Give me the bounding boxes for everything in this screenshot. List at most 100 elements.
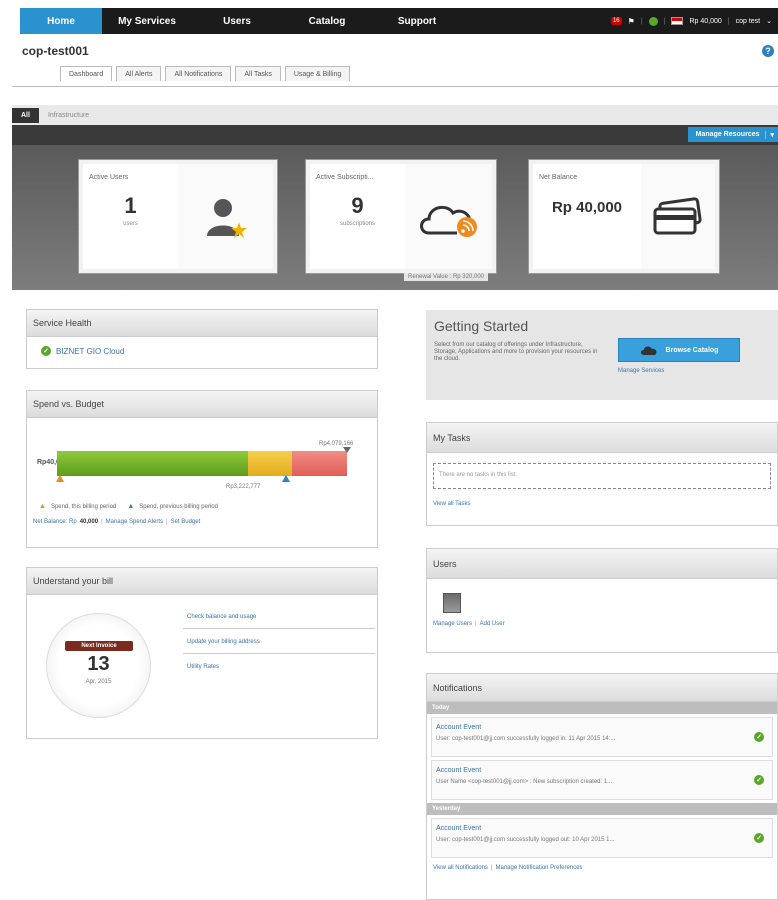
- notification-title: Account Event: [436, 724, 482, 731]
- separator: |: [490, 865, 493, 871]
- tab-all-notifications[interactable]: All Notifications: [165, 66, 232, 81]
- credit-card-icon: [641, 164, 715, 269]
- my-tasks-panel: My Tasks There are no tasks in this list…: [426, 422, 778, 526]
- notification-text: User: cop-test001@jj.com successfully lo…: [436, 837, 615, 843]
- previous-spend-label: Rp3,222,777: [226, 484, 261, 490]
- resources-toolbar: Manage Resources ▾: [12, 125, 778, 145]
- update-billing-address-link[interactable]: Update your billing address: [183, 629, 375, 654]
- user-menu[interactable]: cop test: [736, 18, 761, 25]
- check-icon: ✓: [754, 775, 764, 785]
- nav-home[interactable]: Home: [20, 8, 102, 34]
- current-spend-marker: [55, 475, 64, 482]
- users-panel: Users Manage Users | Add User: [426, 548, 778, 653]
- notification-item[interactable]: Account Event User Name <cop-test001@jj.…: [431, 760, 773, 800]
- chevron-down-icon[interactable]: ▾: [765, 130, 774, 139]
- filter-all[interactable]: All: [12, 107, 39, 123]
- utility-rates-link[interactable]: Utility Rates: [183, 654, 375, 680]
- check-balance-link[interactable]: Check balance and usage: [183, 610, 375, 629]
- panel-title: Service Health: [27, 310, 377, 337]
- notification-text: User Name <cop-test001@jj.com> : New sub…: [436, 779, 613, 785]
- legend-current: Spend, this billing period: [50, 503, 117, 510]
- notification-item[interactable]: Account Event User: cop-test001@jj.com s…: [431, 818, 773, 858]
- avatar[interactable]: [443, 593, 461, 613]
- card-value: Rp 40,000: [551, 199, 623, 216]
- filter-infrastructure[interactable]: Infrastructure: [39, 108, 98, 123]
- net-balance-value: 40,000: [79, 519, 99, 525]
- bill-panel: Understand your bill Next Invoice 13 Apr…: [26, 567, 378, 739]
- tab-all-tasks[interactable]: All Tasks: [235, 66, 281, 81]
- service-link[interactable]: BIZNET GIO Cloud: [56, 347, 124, 356]
- spend-footer: Net Balance: Rp 40,000 | Manage Spend Al…: [27, 510, 377, 525]
- spend-budget-panel: Spend vs. Budget Rp4,079,166 Rp40,000 Rp…: [26, 390, 378, 548]
- view-all-notifications-link[interactable]: View all Notifications: [433, 865, 488, 871]
- nav-support[interactable]: Support: [372, 8, 462, 34]
- status-ok-icon[interactable]: [648, 16, 658, 26]
- manage-notification-preferences-link[interactable]: Manage Notification Preferences: [495, 865, 582, 871]
- active-users-card[interactable]: Active Users 1 users: [78, 159, 278, 274]
- spend-legend: ▲ Spend, this billing period ▲ Spend, pr…: [27, 503, 377, 510]
- budget-zone-yellow: [248, 451, 292, 476]
- balance-indicator[interactable]: Rp 40,000: [689, 18, 721, 25]
- manage-services-link[interactable]: Manage Services: [618, 368, 664, 374]
- card-text: Net Balance Rp 40,000: [533, 164, 641, 269]
- notification-item[interactable]: Account Event User: cop-test001@jj.com s…: [431, 717, 773, 757]
- manage-users-link[interactable]: Manage Users: [433, 621, 472, 627]
- net-balance-prefix: Net Balance: Rp: [33, 519, 77, 525]
- budget-zone-green: [57, 451, 249, 476]
- filter-bar: All Infrastructure: [12, 105, 778, 125]
- card-title: Net Balance: [539, 174, 578, 181]
- notification-title: Account Event: [436, 825, 482, 832]
- card-title: Active Subscripti...: [316, 174, 374, 181]
- cloud-rss-icon: [405, 164, 492, 269]
- legend-previous: Spend, previous billing period: [139, 503, 218, 510]
- user-star-icon: [178, 164, 273, 269]
- dashboard-tabs: Dashboard All Alerts All Notifications A…: [60, 66, 351, 81]
- browse-catalog-button[interactable]: Browse Catalog: [618, 338, 740, 362]
- invoice-month: Apr, 2015: [85, 679, 112, 685]
- chevron-down-icon[interactable]: ⌄: [766, 17, 772, 25]
- getting-started-panel: Getting Started Select from our catalog …: [426, 310, 778, 400]
- card-title: Active Users: [89, 174, 129, 181]
- triangle-orange-icon: ▲: [39, 503, 46, 510]
- alerts-badge[interactable]: 16: [610, 17, 622, 25]
- nav-users[interactable]: Users: [192, 8, 282, 34]
- separator: |: [640, 17, 643, 25]
- add-user-link[interactable]: Add User: [480, 621, 505, 627]
- manage-spend-alerts-link[interactable]: Manage Spend Alerts: [106, 519, 163, 525]
- notification-text: User: cop-test001@jj.com successfully lo…: [436, 736, 616, 742]
- card-text: Active Subscripti... 9 subscriptions: [310, 164, 405, 269]
- tab-usage-billing[interactable]: Usage & Billing: [284, 66, 351, 81]
- help-icon[interactable]: ?: [762, 45, 774, 57]
- active-subscriptions-card[interactable]: Active Subscripti... 9 subscriptions Ren…: [305, 159, 497, 281]
- check-icon: ✓: [754, 833, 764, 843]
- check-icon: ✓: [754, 732, 764, 742]
- notification-title: Account Event: [436, 767, 482, 774]
- invoice-day: 13: [87, 653, 110, 675]
- net-balance-card[interactable]: Net Balance Rp 40,000: [528, 159, 720, 274]
- header-divider: [12, 86, 778, 87]
- tab-dashboard[interactable]: Dashboard: [60, 66, 113, 81]
- budget-zone-red: [291, 451, 347, 476]
- bell-icon[interactable]: ⚑: [628, 17, 635, 26]
- check-icon: ✓: [41, 346, 51, 356]
- nav-my-services[interactable]: My Services: [102, 8, 192, 34]
- set-budget-link[interactable]: Set Budget: [171, 519, 201, 525]
- view-all-tasks-link[interactable]: View all Tasks: [427, 489, 777, 507]
- bill-links: Check balance and usage Update your bill…: [183, 610, 375, 680]
- card-text: Active Users 1 users: [83, 164, 178, 269]
- users-footer: Manage Users | Add User: [427, 613, 777, 627]
- tasks-empty-message: There are no tasks in this list.: [433, 463, 771, 489]
- separator: |: [101, 519, 103, 525]
- nav-catalog[interactable]: Catalog: [282, 8, 372, 34]
- card-body: Active Subscripti... 9 subscriptions Ren…: [310, 164, 492, 281]
- manage-resources-button[interactable]: Manage Resources ▾: [687, 127, 778, 142]
- account-title: cop-test001: [22, 44, 89, 58]
- card-body: Net Balance Rp 40,000: [533, 164, 715, 269]
- separator: |: [475, 621, 477, 627]
- notifications-panel: Notifications Today Account Event User: …: [426, 673, 778, 900]
- tab-all-alerts[interactable]: All Alerts: [116, 66, 162, 81]
- card-value: 9: [351, 193, 364, 218]
- notifications-footer: View all Notifications | Manage Notifica…: [427, 861, 777, 871]
- card-unit: subscriptions: [339, 221, 375, 227]
